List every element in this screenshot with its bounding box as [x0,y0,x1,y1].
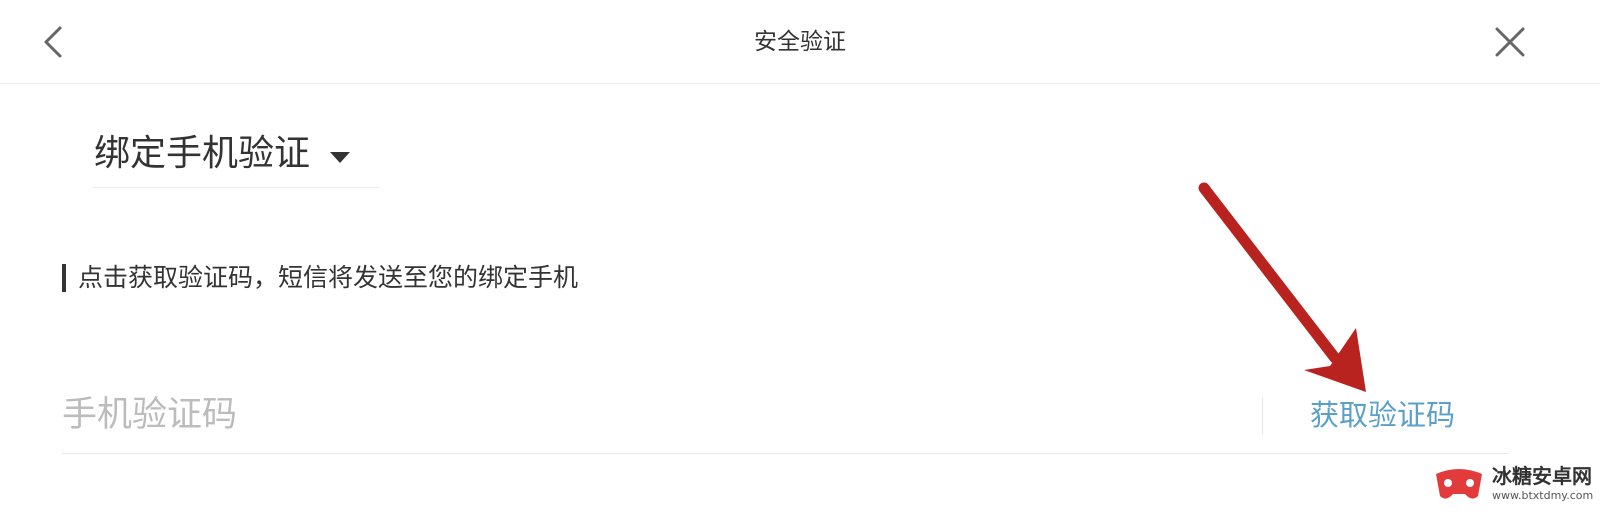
gamepad-logo-icon [1436,469,1482,499]
get-code-button[interactable]: 获取验证码 [1310,392,1455,438]
verification-method-label: 绑定手机验证 [94,133,311,174]
verification-code-row: 获取验证码 [62,376,1508,454]
verification-method-dropdown[interactable]: 绑定手机验证 [92,122,380,188]
top-bar: 安全验证 [0,0,1600,84]
hint-text: 点击获取验证码，短信将发送至您的绑定手机 [78,263,579,292]
close-button[interactable] [1488,20,1532,64]
hint-accent-bar [62,264,66,292]
verification-code-input[interactable] [62,388,1242,442]
close-icon [1495,27,1525,57]
watermark-logo: 冰糖安卓网 www.btxtdmy.com [1432,462,1594,508]
caret-down-icon [330,152,350,163]
watermark-name: 冰糖安卓网 [1492,464,1592,488]
field-divider [1262,398,1263,434]
page-title: 安全验证 [754,29,846,55]
watermark-url: www.btxtdmy.com [1492,489,1594,502]
